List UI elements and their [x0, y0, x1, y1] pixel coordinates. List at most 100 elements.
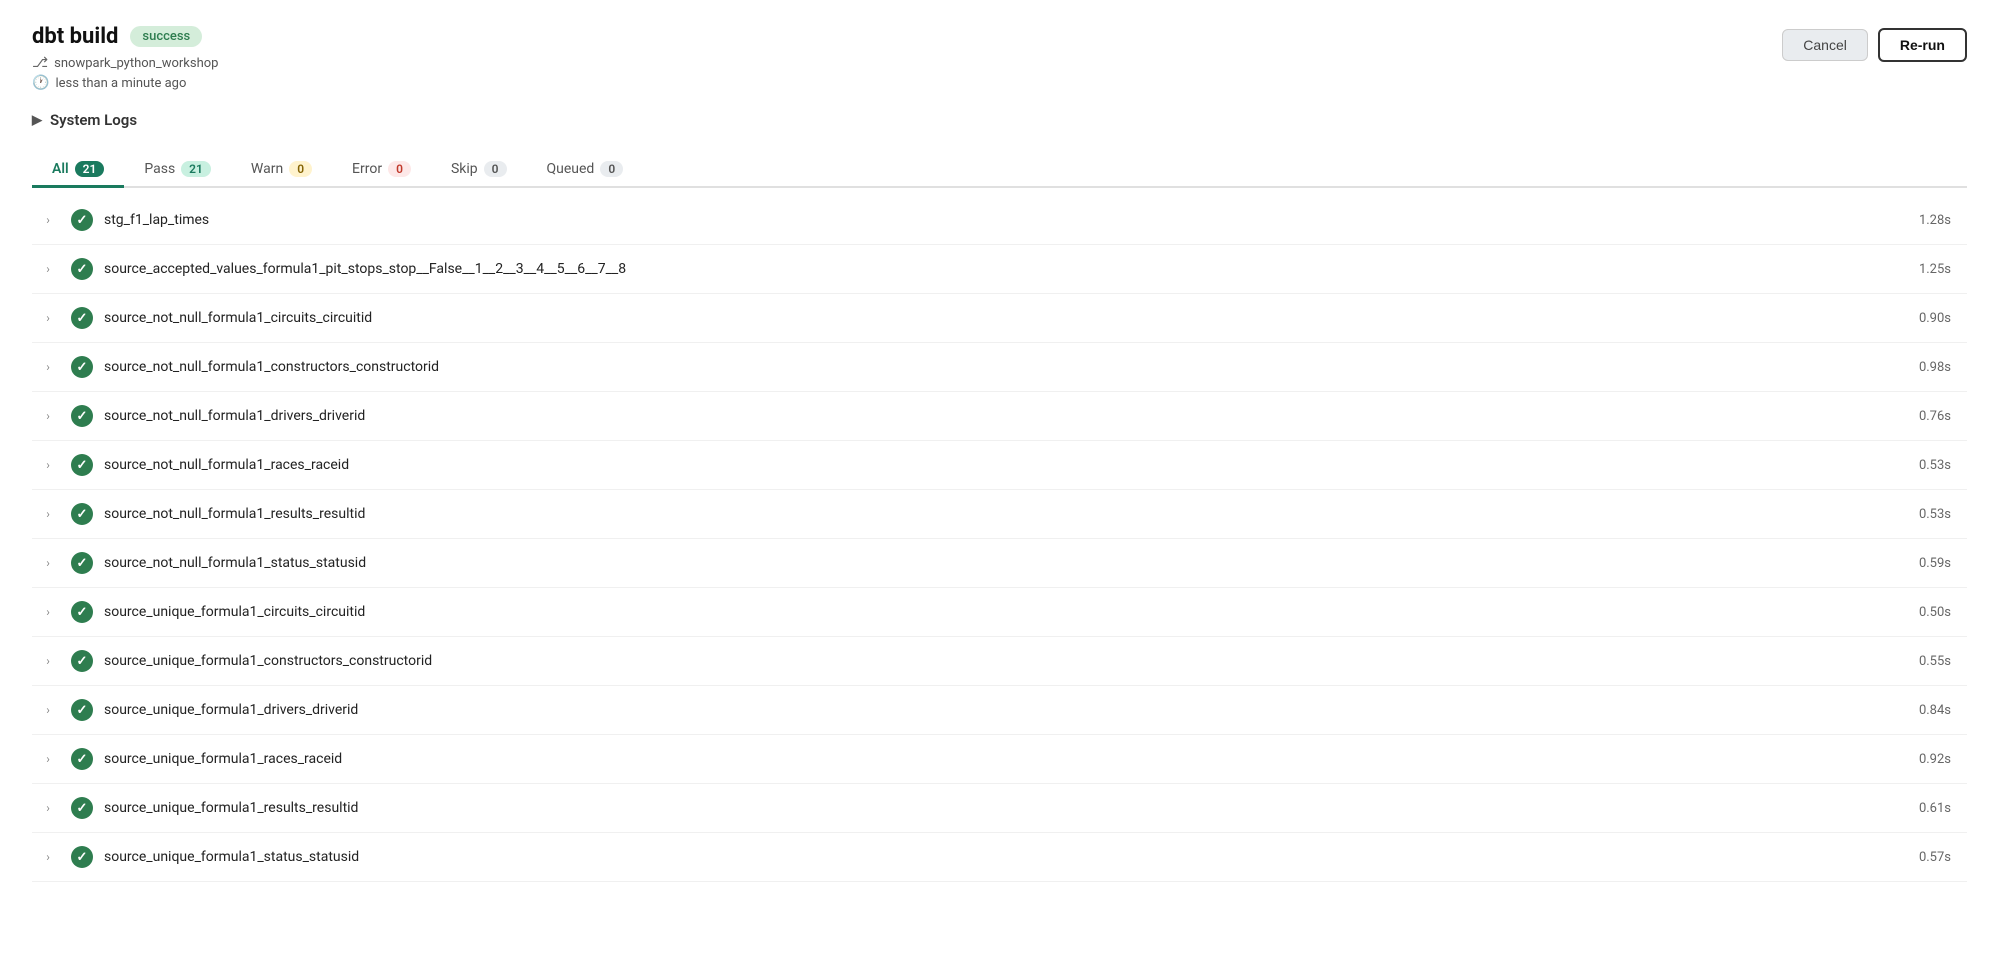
- result-time: 0.90s: [1887, 311, 1967, 326]
- tab-pass[interactable]: Pass 21: [124, 153, 231, 188]
- row-chevron-icon: ›: [32, 801, 64, 815]
- table-row[interactable]: › ✓ source_unique_formula1_status_status…: [32, 833, 1967, 882]
- table-row[interactable]: › ✓ source_not_null_formula1_status_stat…: [32, 539, 1967, 588]
- result-name: source_not_null_formula1_constructors_co…: [100, 359, 1887, 375]
- branch-icon: ⎇: [32, 55, 48, 71]
- table-row[interactable]: › ✓ source_unique_formula1_results_resul…: [32, 784, 1967, 833]
- tab-label-all: All: [52, 161, 69, 177]
- row-status-icon: ✓: [64, 503, 100, 525]
- result-name: source_not_null_formula1_status_statusid: [100, 555, 1887, 571]
- result-name: source_unique_formula1_circuits_circuiti…: [100, 604, 1887, 620]
- result-name: source_unique_formula1_drivers_driverid: [100, 702, 1887, 718]
- result-time: 0.55s: [1887, 654, 1967, 669]
- result-name: source_not_null_formula1_races_raceid: [100, 457, 1887, 473]
- result-time: 0.57s: [1887, 850, 1967, 865]
- table-row[interactable]: › ✓ source_not_null_formula1_circuits_ci…: [32, 294, 1967, 343]
- result-name: stg_f1_lap_times: [100, 212, 1887, 228]
- result-time: 0.59s: [1887, 556, 1967, 571]
- row-chevron-icon: ›: [32, 605, 64, 619]
- table-row[interactable]: › ✓ source_accepted_values_formula1_pit_…: [32, 245, 1967, 294]
- tab-label-skip: Skip: [451, 161, 478, 177]
- result-name: source_unique_formula1_races_raceid: [100, 751, 1887, 767]
- result-name: source_unique_formula1_constructors_cons…: [100, 653, 1887, 669]
- row-status-icon: ✓: [64, 209, 100, 231]
- table-row[interactable]: › ✓ source_not_null_formula1_races_racei…: [32, 441, 1967, 490]
- result-time: 0.53s: [1887, 458, 1967, 473]
- row-status-icon: ✓: [64, 797, 100, 819]
- row-chevron-icon: ›: [32, 556, 64, 570]
- table-row[interactable]: › ✓ source_unique_formula1_races_raceid …: [32, 735, 1967, 784]
- tab-badge-pass: 21: [181, 161, 211, 177]
- tab-badge-skip: 0: [484, 161, 507, 177]
- system-logs-toggle[interactable]: ▶ System Logs: [32, 111, 1967, 129]
- table-row[interactable]: › ✓ source_unique_formula1_drivers_drive…: [32, 686, 1967, 735]
- table-row[interactable]: › ✓ source_unique_formula1_circuits_circ…: [32, 588, 1967, 637]
- tab-badge-queued: 0: [600, 161, 623, 177]
- result-time: 1.28s: [1887, 213, 1967, 228]
- project-meta: ⎇ snowpark_python_workshop: [32, 55, 218, 71]
- tab-label-pass: Pass: [144, 161, 175, 177]
- tab-queued[interactable]: Queued 0: [527, 153, 644, 188]
- row-chevron-icon: ›: [32, 654, 64, 668]
- row-chevron-icon: ›: [32, 507, 64, 521]
- tab-badge-warn: 0: [289, 161, 312, 177]
- header-actions: Cancel Re-run: [1782, 28, 1967, 62]
- row-chevron-icon: ›: [32, 311, 64, 325]
- tab-badge-all: 21: [75, 161, 105, 177]
- tab-error[interactable]: Error 0: [332, 153, 431, 188]
- rerun-button[interactable]: Re-run: [1878, 28, 1967, 62]
- system-logs-label: System Logs: [50, 111, 137, 129]
- table-row[interactable]: › ✓ stg_f1_lap_times 1.28s: [32, 196, 1967, 245]
- row-status-icon: ✓: [64, 552, 100, 574]
- clock-icon: 🕐: [32, 75, 49, 91]
- row-chevron-icon: ›: [32, 409, 64, 423]
- row-status-icon: ✓: [64, 405, 100, 427]
- row-chevron-icon: ›: [32, 213, 64, 227]
- table-row[interactable]: › ✓ source_unique_formula1_constructors_…: [32, 637, 1967, 686]
- page-header: dbt build success ⎇ snowpark_python_work…: [32, 24, 1967, 91]
- row-status-icon: ✓: [64, 699, 100, 721]
- row-status-icon: ✓: [64, 846, 100, 868]
- chevron-right-icon: ▶: [32, 113, 42, 128]
- tab-label-queued: Queued: [547, 161, 595, 177]
- result-name: source_not_null_formula1_results_resulti…: [100, 506, 1887, 522]
- time-ago: less than a minute ago: [55, 76, 186, 91]
- status-badge: success: [130, 26, 202, 47]
- meta-row: ⎇ snowpark_python_workshop 🕐 less than a…: [32, 55, 218, 91]
- result-name: source_accepted_values_formula1_pit_stop…: [100, 261, 1887, 277]
- header-left: dbt build success ⎇ snowpark_python_work…: [32, 24, 218, 91]
- result-time: 0.50s: [1887, 605, 1967, 620]
- time-meta: 🕐 less than a minute ago: [32, 75, 218, 91]
- row-status-icon: ✓: [64, 258, 100, 280]
- row-status-icon: ✓: [64, 601, 100, 623]
- page-title: dbt build: [32, 24, 118, 49]
- tab-warn[interactable]: Warn 0: [231, 153, 332, 188]
- results-list: › ✓ stg_f1_lap_times 1.28s › ✓ source_ac…: [32, 196, 1967, 882]
- row-chevron-icon: ›: [32, 752, 64, 766]
- result-name: source_unique_formula1_results_resultid: [100, 800, 1887, 816]
- tabs-bar: All 21 Pass 21 Warn 0 Error 0 Skip 0 Que…: [32, 153, 1967, 188]
- title-row: dbt build success: [32, 24, 218, 49]
- result-time: 0.76s: [1887, 409, 1967, 424]
- tab-skip[interactable]: Skip 0: [431, 153, 527, 188]
- tab-all[interactable]: All 21: [32, 153, 124, 188]
- row-chevron-icon: ›: [32, 360, 64, 374]
- result-time: 0.84s: [1887, 703, 1967, 718]
- result-time: 0.61s: [1887, 801, 1967, 816]
- result-time: 1.25s: [1887, 262, 1967, 277]
- row-status-icon: ✓: [64, 307, 100, 329]
- result-name: source_unique_formula1_status_statusid: [100, 849, 1887, 865]
- tab-label-warn: Warn: [251, 161, 283, 177]
- cancel-button[interactable]: Cancel: [1782, 29, 1868, 61]
- row-chevron-icon: ›: [32, 850, 64, 864]
- result-name: source_not_null_formula1_drivers_driveri…: [100, 408, 1887, 424]
- result-time: 0.53s: [1887, 507, 1967, 522]
- row-chevron-icon: ›: [32, 703, 64, 717]
- result-time: 0.92s: [1887, 752, 1967, 767]
- row-status-icon: ✓: [64, 748, 100, 770]
- row-status-icon: ✓: [64, 454, 100, 476]
- result-name: source_not_null_formula1_circuits_circui…: [100, 310, 1887, 326]
- table-row[interactable]: › ✓ source_not_null_formula1_constructor…: [32, 343, 1967, 392]
- table-row[interactable]: › ✓ source_not_null_formula1_results_res…: [32, 490, 1967, 539]
- table-row[interactable]: › ✓ source_not_null_formula1_drivers_dri…: [32, 392, 1967, 441]
